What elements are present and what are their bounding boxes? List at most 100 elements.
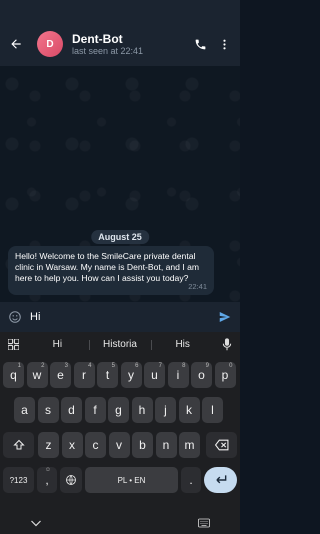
key-x[interactable]: x (61, 432, 83, 458)
key-label: r (82, 368, 86, 382)
keyboard: Hi Historia His q1w2e3r4t5y6u7i8o9p0 asd… (0, 332, 240, 534)
call-button[interactable] (188, 22, 212, 66)
key-label: u (151, 368, 158, 382)
key-label: t (105, 368, 110, 382)
arrow-left-icon (11, 39, 21, 49)
backspace-key[interactable] (206, 432, 237, 458)
key-i[interactable]: i8 (167, 362, 189, 388)
keyboard-icon (198, 518, 210, 528)
language-key[interactable] (60, 467, 82, 493)
key-q[interactable]: q1 (3, 362, 24, 388)
comma-label: , (45, 473, 49, 487)
key-hint: 3 (64, 363, 68, 369)
key-y[interactable]: y6 (120, 362, 142, 388)
emoji-icon (9, 311, 21, 323)
suggestion-strip: Hi Historia His (0, 332, 240, 356)
key-hint: 2 (41, 363, 45, 369)
key-label: q (10, 368, 17, 382)
key-hint: 8 (182, 363, 186, 369)
key-w[interactable]: w2 (26, 362, 48, 388)
incoming-message[interactable]: Hello! Welcome to the SmileCare private … (8, 246, 214, 295)
chat-header: D Dent-Bot last seen at 22:41 (0, 22, 240, 66)
emoji-button[interactable] (0, 302, 30, 332)
keyboard-switch-button[interactable] (198, 515, 210, 533)
comma-key[interactable]: , ☺ (37, 467, 57, 493)
mic-icon (222, 337, 232, 350)
key-r[interactable]: r4 (73, 362, 95, 388)
period-key[interactable]: . (181, 467, 201, 493)
key-o[interactable]: o9 (191, 362, 212, 388)
backspace-icon (214, 439, 228, 451)
key-hint: 9 (205, 363, 209, 369)
key-hint: 0 (229, 363, 233, 369)
key-hint: 6 (135, 363, 139, 369)
send-icon (219, 312, 231, 322)
key-a[interactable]: a (14, 397, 35, 423)
key-label: i (176, 368, 180, 382)
key-j[interactable]: j (155, 397, 176, 423)
key-label: p (221, 368, 229, 382)
shift-icon (12, 439, 25, 450)
keyboard-menu-button[interactable] (0, 338, 26, 350)
key-l[interactable]: l (202, 397, 223, 423)
suggestion-1[interactable]: Hi (26, 339, 89, 350)
message-composer: Hi (0, 302, 240, 332)
key-b[interactable]: b (132, 432, 153, 458)
enter-key[interactable] (204, 467, 237, 493)
symbols-key[interactable]: ?123 (3, 467, 34, 493)
phone-icon (195, 39, 205, 49)
key-row-3: zxcvbnm (0, 432, 240, 458)
key-m[interactable]: m (179, 432, 200, 458)
shift-key[interactable] (3, 432, 34, 458)
voice-input-button[interactable] (214, 337, 240, 351)
status-bar (0, 0, 240, 22)
avatar[interactable]: D (37, 31, 63, 57)
key-c[interactable]: c (85, 432, 106, 458)
avatar-letter: D (46, 38, 54, 50)
key-row-2: asdfghjkl (0, 397, 240, 423)
back-button[interactable] (1, 22, 31, 66)
message-input[interactable]: Hi (30, 311, 210, 323)
enter-icon (215, 475, 226, 484)
hide-keyboard-button[interactable] (30, 515, 42, 533)
suggestion-2[interactable]: Historia (88, 339, 152, 350)
key-hint: 1 (17, 363, 21, 369)
key-g[interactable]: g (108, 397, 129, 423)
more-button[interactable] (212, 22, 236, 66)
message-text: Hello! Welcome to the SmileCare private … (15, 251, 200, 283)
key-s[interactable]: s (37, 397, 59, 423)
key-hint: 7 (158, 363, 162, 369)
key-row-4: ?123 , ☺ PL • EN . (0, 467, 240, 493)
key-f[interactable]: f (84, 397, 106, 423)
key-u[interactable]: u7 (144, 362, 165, 388)
date-separator: August 25 (91, 230, 149, 244)
message-list[interactable]: August 25 Hello! Welcome to the SmileCar… (0, 66, 240, 302)
suggestion-3[interactable]: His (151, 339, 214, 350)
key-n[interactable]: n (155, 432, 177, 458)
key-label: w (32, 368, 42, 382)
key-label: y (128, 368, 134, 382)
navigation-bar (0, 508, 240, 534)
key-t[interactable]: t5 (97, 362, 118, 388)
key-d[interactable]: d (61, 397, 82, 423)
chat-title-area[interactable]: Dent-Bot last seen at 22:41 (72, 32, 188, 57)
send-button[interactable] (210, 302, 240, 332)
key-k[interactable]: k (178, 397, 200, 423)
chat-title: Dent-Bot (72, 31, 123, 46)
key-hint: 4 (88, 363, 92, 369)
key-z[interactable]: z (38, 432, 59, 458)
key-hint: 5 (111, 363, 115, 369)
key-row-1: q1w2e3r4t5y6u7i8o9p0 (0, 362, 240, 388)
space-key[interactable]: PL • EN (85, 467, 178, 493)
key-label: e (57, 368, 64, 382)
key-e[interactable]: e3 (50, 362, 71, 388)
more-vertical-icon (222, 39, 226, 49)
key-p[interactable]: p0 (214, 362, 236, 388)
key-h[interactable]: h (131, 397, 153, 423)
key-label: o (198, 368, 205, 382)
last-seen-status: last seen at 22:41 (72, 45, 144, 56)
grid-icon (7, 338, 19, 350)
chevron-down-icon (31, 520, 41, 527)
key-v[interactable]: v (108, 432, 130, 458)
emoji-hint-icon: ☺ (44, 467, 51, 473)
